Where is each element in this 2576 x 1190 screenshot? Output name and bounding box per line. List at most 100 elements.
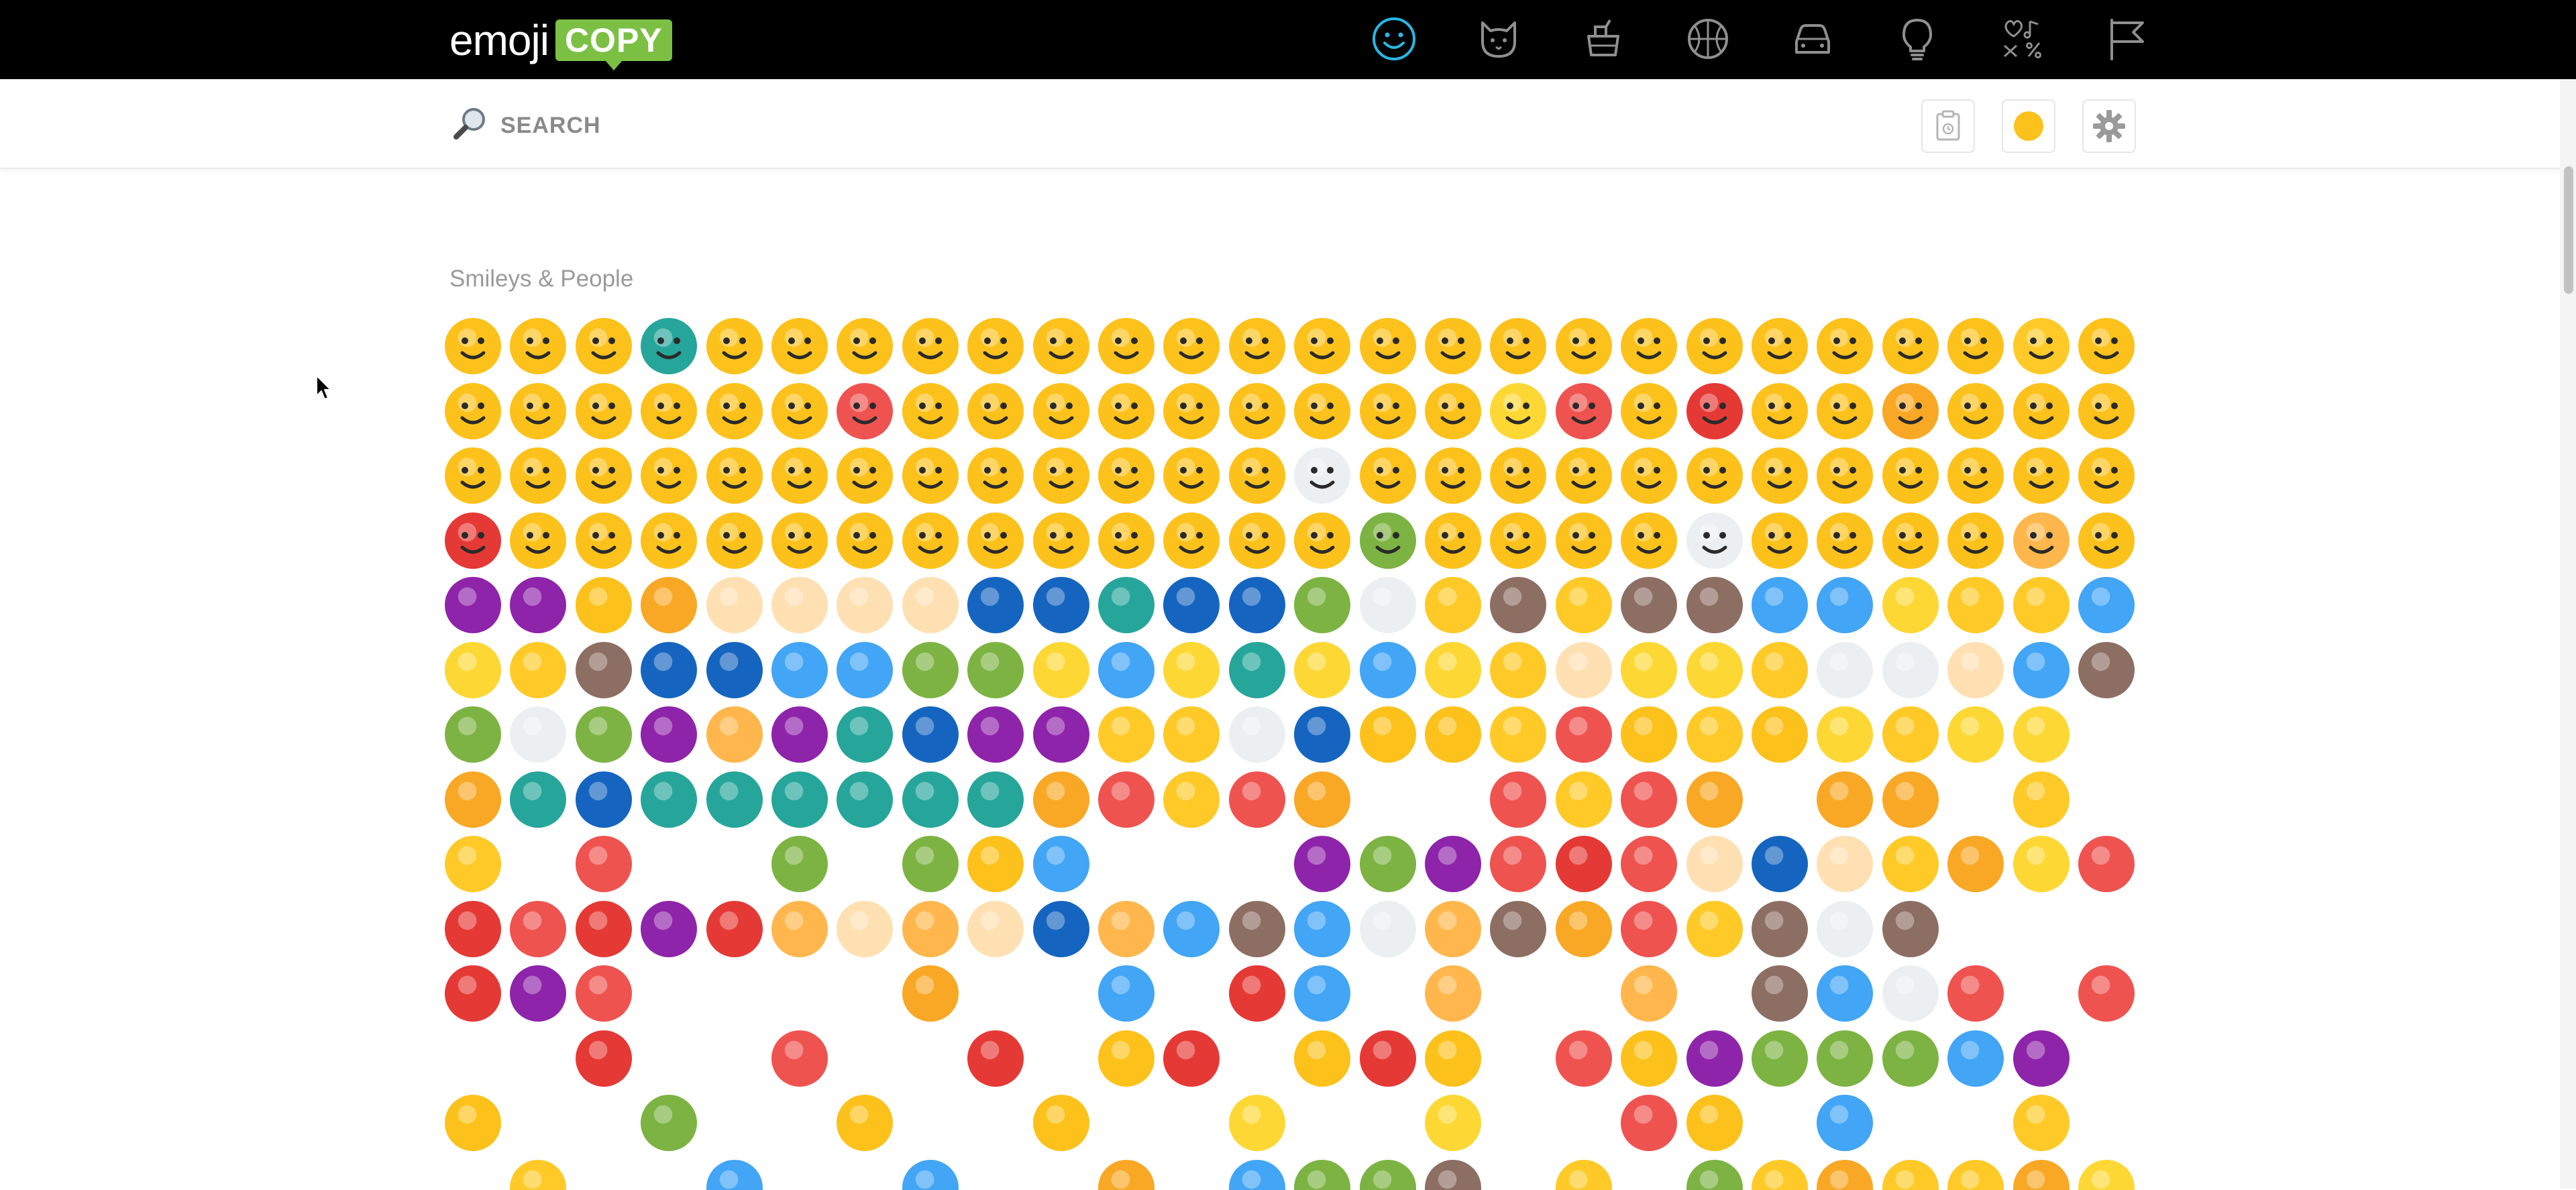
emoji-item[interactable] — [1163, 901, 1220, 957]
emoji-item[interactable] — [837, 706, 893, 763]
emoji-item[interactable] — [2013, 383, 2070, 439]
emoji-item[interactable] — [1294, 1160, 1350, 1190]
emoji-item[interactable] — [902, 901, 959, 957]
emoji-item[interactable] — [1556, 1095, 1612, 1151]
emoji-item[interactable] — [1229, 836, 1285, 892]
emoji-item[interactable] — [1817, 383, 1873, 439]
emoji-item[interactable] — [1947, 1030, 2004, 1087]
emoji-item[interactable] — [1033, 318, 1089, 374]
emoji-item[interactable] — [1098, 836, 1155, 892]
emoji-item[interactable] — [837, 447, 893, 504]
emoji-item[interactable] — [1817, 512, 1873, 569]
emoji-item[interactable] — [1294, 447, 1350, 504]
emoji-item[interactable] — [902, 1095, 959, 1151]
emoji-item[interactable] — [1882, 901, 1939, 957]
emoji-item[interactable] — [1425, 706, 1481, 763]
emoji-item[interactable] — [1163, 1160, 1220, 1190]
emoji-item[interactable] — [1621, 318, 1677, 374]
emoji-item[interactable] — [576, 706, 632, 763]
emoji-item[interactable] — [1621, 1095, 1677, 1151]
emoji-item[interactable] — [1947, 512, 2004, 569]
emoji-item[interactable] — [1686, 771, 1743, 828]
emoji-item[interactable] — [1947, 965, 2004, 1022]
emoji-item[interactable] — [1752, 383, 1808, 439]
emoji-item[interactable] — [967, 836, 1024, 892]
emoji-item[interactable] — [837, 383, 893, 439]
emoji-item[interactable] — [1163, 318, 1220, 374]
emoji-item[interactable] — [1360, 901, 1416, 957]
emoji-item[interactable] — [2013, 1030, 2070, 1087]
emoji-item[interactable] — [837, 901, 893, 957]
emoji-item[interactable] — [1817, 965, 1873, 1022]
emoji-item[interactable] — [771, 1030, 828, 1087]
tab-objects[interactable] — [1865, 12, 1970, 66]
emoji-item[interactable] — [1882, 771, 1939, 828]
emoji-item[interactable] — [1425, 512, 1481, 569]
emoji-item[interactable] — [1098, 706, 1155, 763]
emoji-item[interactable] — [1752, 577, 1808, 633]
emoji-item[interactable] — [1360, 1095, 1416, 1151]
emoji-item[interactable] — [967, 771, 1024, 828]
emoji-item[interactable] — [1752, 771, 1808, 828]
emoji-item[interactable] — [902, 965, 959, 1022]
emoji-item[interactable] — [1490, 1095, 1546, 1151]
emoji-item[interactable] — [510, 383, 566, 439]
emoji-item[interactable] — [2013, 318, 2070, 374]
emoji-item[interactable] — [1817, 1095, 1873, 1151]
emoji-item[interactable] — [1294, 577, 1350, 633]
emoji-item[interactable] — [641, 1160, 697, 1190]
emoji-item[interactable] — [1098, 901, 1155, 957]
emoji-item[interactable] — [1490, 642, 1546, 698]
emoji-item[interactable] — [1882, 447, 1939, 504]
emoji-item[interactable] — [1686, 1030, 1743, 1087]
emoji-item[interactable] — [1229, 965, 1285, 1022]
emoji-item[interactable] — [1817, 901, 1873, 957]
emoji-item[interactable] — [1817, 1030, 1873, 1087]
emoji-item[interactable] — [837, 1030, 893, 1087]
emoji-item[interactable] — [902, 1030, 959, 1087]
emoji-item[interactable] — [902, 771, 959, 828]
emoji-item[interactable] — [1882, 965, 1939, 1022]
emoji-item[interactable] — [2078, 771, 2135, 828]
emoji-item[interactable] — [1556, 577, 1612, 633]
tab-smileys[interactable] — [1342, 12, 1446, 66]
emoji-item[interactable] — [1490, 577, 1546, 633]
emoji-item[interactable] — [1947, 318, 2004, 374]
emoji-item[interactable] — [1490, 1030, 1546, 1087]
logo[interactable]: emoji COPY — [449, 13, 672, 67]
emoji-item[interactable] — [1947, 771, 2004, 828]
emoji-item[interactable] — [1882, 318, 1939, 374]
emoji-item[interactable] — [2013, 771, 2070, 828]
emoji-item[interactable] — [837, 965, 893, 1022]
emoji-item[interactable] — [706, 447, 763, 504]
emoji-item[interactable] — [2078, 965, 2135, 1022]
emoji-item[interactable] — [445, 1160, 501, 1190]
emoji-item[interactable] — [1817, 642, 1873, 698]
emoji-item[interactable] — [1033, 771, 1089, 828]
emoji-item[interactable] — [706, 1095, 763, 1151]
emoji-item[interactable] — [837, 1160, 893, 1190]
emoji-item[interactable] — [1752, 836, 1808, 892]
emoji-item[interactable] — [1490, 771, 1546, 828]
emoji-item[interactable] — [445, 771, 501, 828]
emoji-item[interactable] — [706, 577, 763, 633]
emoji-item[interactable] — [1163, 706, 1220, 763]
emoji-item[interactable] — [2078, 642, 2135, 698]
emoji-item[interactable] — [1882, 1030, 1939, 1087]
emoji-item[interactable] — [2078, 447, 2135, 504]
emoji-item[interactable] — [445, 836, 501, 892]
emoji-item[interactable] — [1098, 1160, 1155, 1190]
emoji-item[interactable] — [576, 383, 632, 439]
emoji-item[interactable] — [1752, 1030, 1808, 1087]
emoji-item[interactable] — [510, 1095, 566, 1151]
emoji-item[interactable] — [1947, 383, 2004, 439]
emoji-item[interactable] — [1490, 1160, 1546, 1190]
emoji-item[interactable] — [1490, 706, 1546, 763]
emoji-item[interactable] — [1947, 1160, 2004, 1190]
emoji-item[interactable] — [771, 901, 828, 957]
emoji-item[interactable] — [1294, 706, 1350, 763]
emoji-item[interactable] — [771, 383, 828, 439]
emoji-item[interactable] — [1098, 512, 1155, 569]
emoji-item[interactable] — [1882, 1160, 1939, 1190]
emoji-item[interactable] — [1229, 771, 1285, 828]
